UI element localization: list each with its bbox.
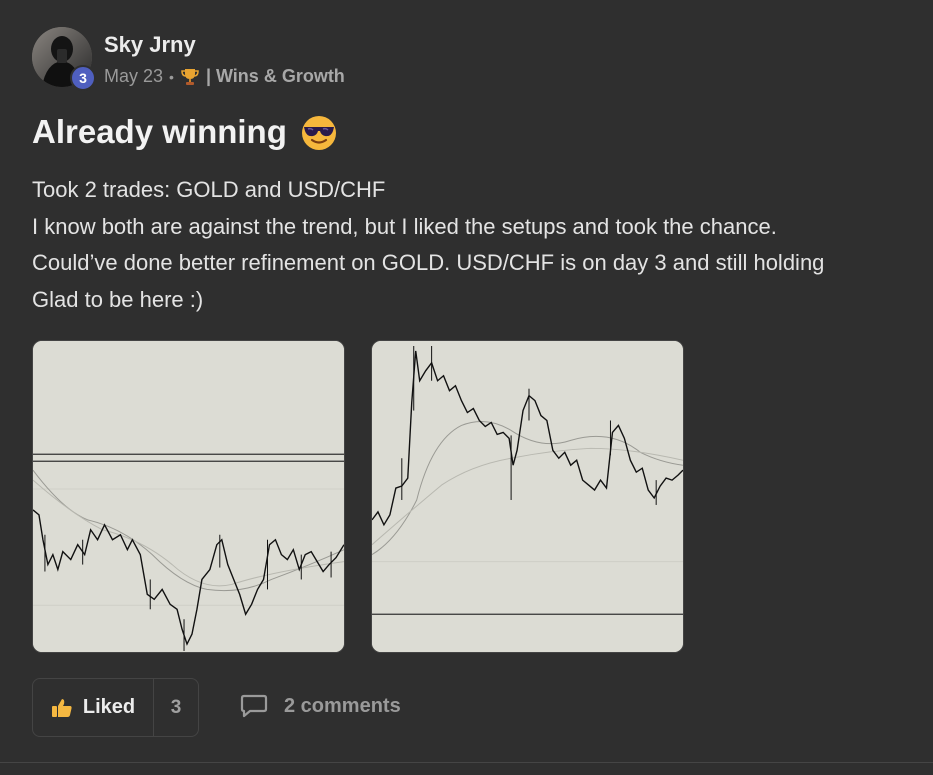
post-body-line: Glad to be here :) [32,286,204,312]
post-date[interactable]: May 23 [104,66,163,87]
gold-chart-image[interactable] [32,340,345,653]
post-category[interactable]: | Wins & Growth [206,66,345,87]
like-control: Liked 3 [32,678,199,737]
level-badge: 3 [70,65,96,91]
comments-label: 2 comments [284,694,401,717]
trophy-icon [180,67,200,87]
author-name[interactable]: Sky Jrny [104,32,196,58]
post-body: Took 2 trades: GOLD and USD/CHF I know b… [32,172,912,318]
comment-bubble-icon [240,693,268,719]
like-button-label: Liked [82,696,136,718]
usdchf-chart-image[interactable] [371,340,684,653]
post-body-line: Took 2 trades: GOLD and USD/CHF [32,177,386,202]
meta-separator: • [169,68,174,85]
post-body-line: Could’ve done better refinement on GOLD.… [32,250,825,275]
like-count[interactable]: 3 [154,679,198,736]
thumbs-up-icon [51,697,73,719]
post-meta: May 23 • | Wins & Growth [104,66,345,87]
post-divider [0,762,933,763]
post-body-line: I know both are against the trend, but I… [32,213,777,239]
comments-button[interactable]: 2 comments [240,693,401,719]
community-post: 3 Sky Jrny May 23 • | Wins & Growth Alre… [0,0,933,775]
smiling-face-with-sunglasses-icon [299,112,339,152]
like-button[interactable]: Liked [33,679,154,736]
post-title-text: Already winning [32,113,287,150]
post-title: Already winning [32,112,339,152]
